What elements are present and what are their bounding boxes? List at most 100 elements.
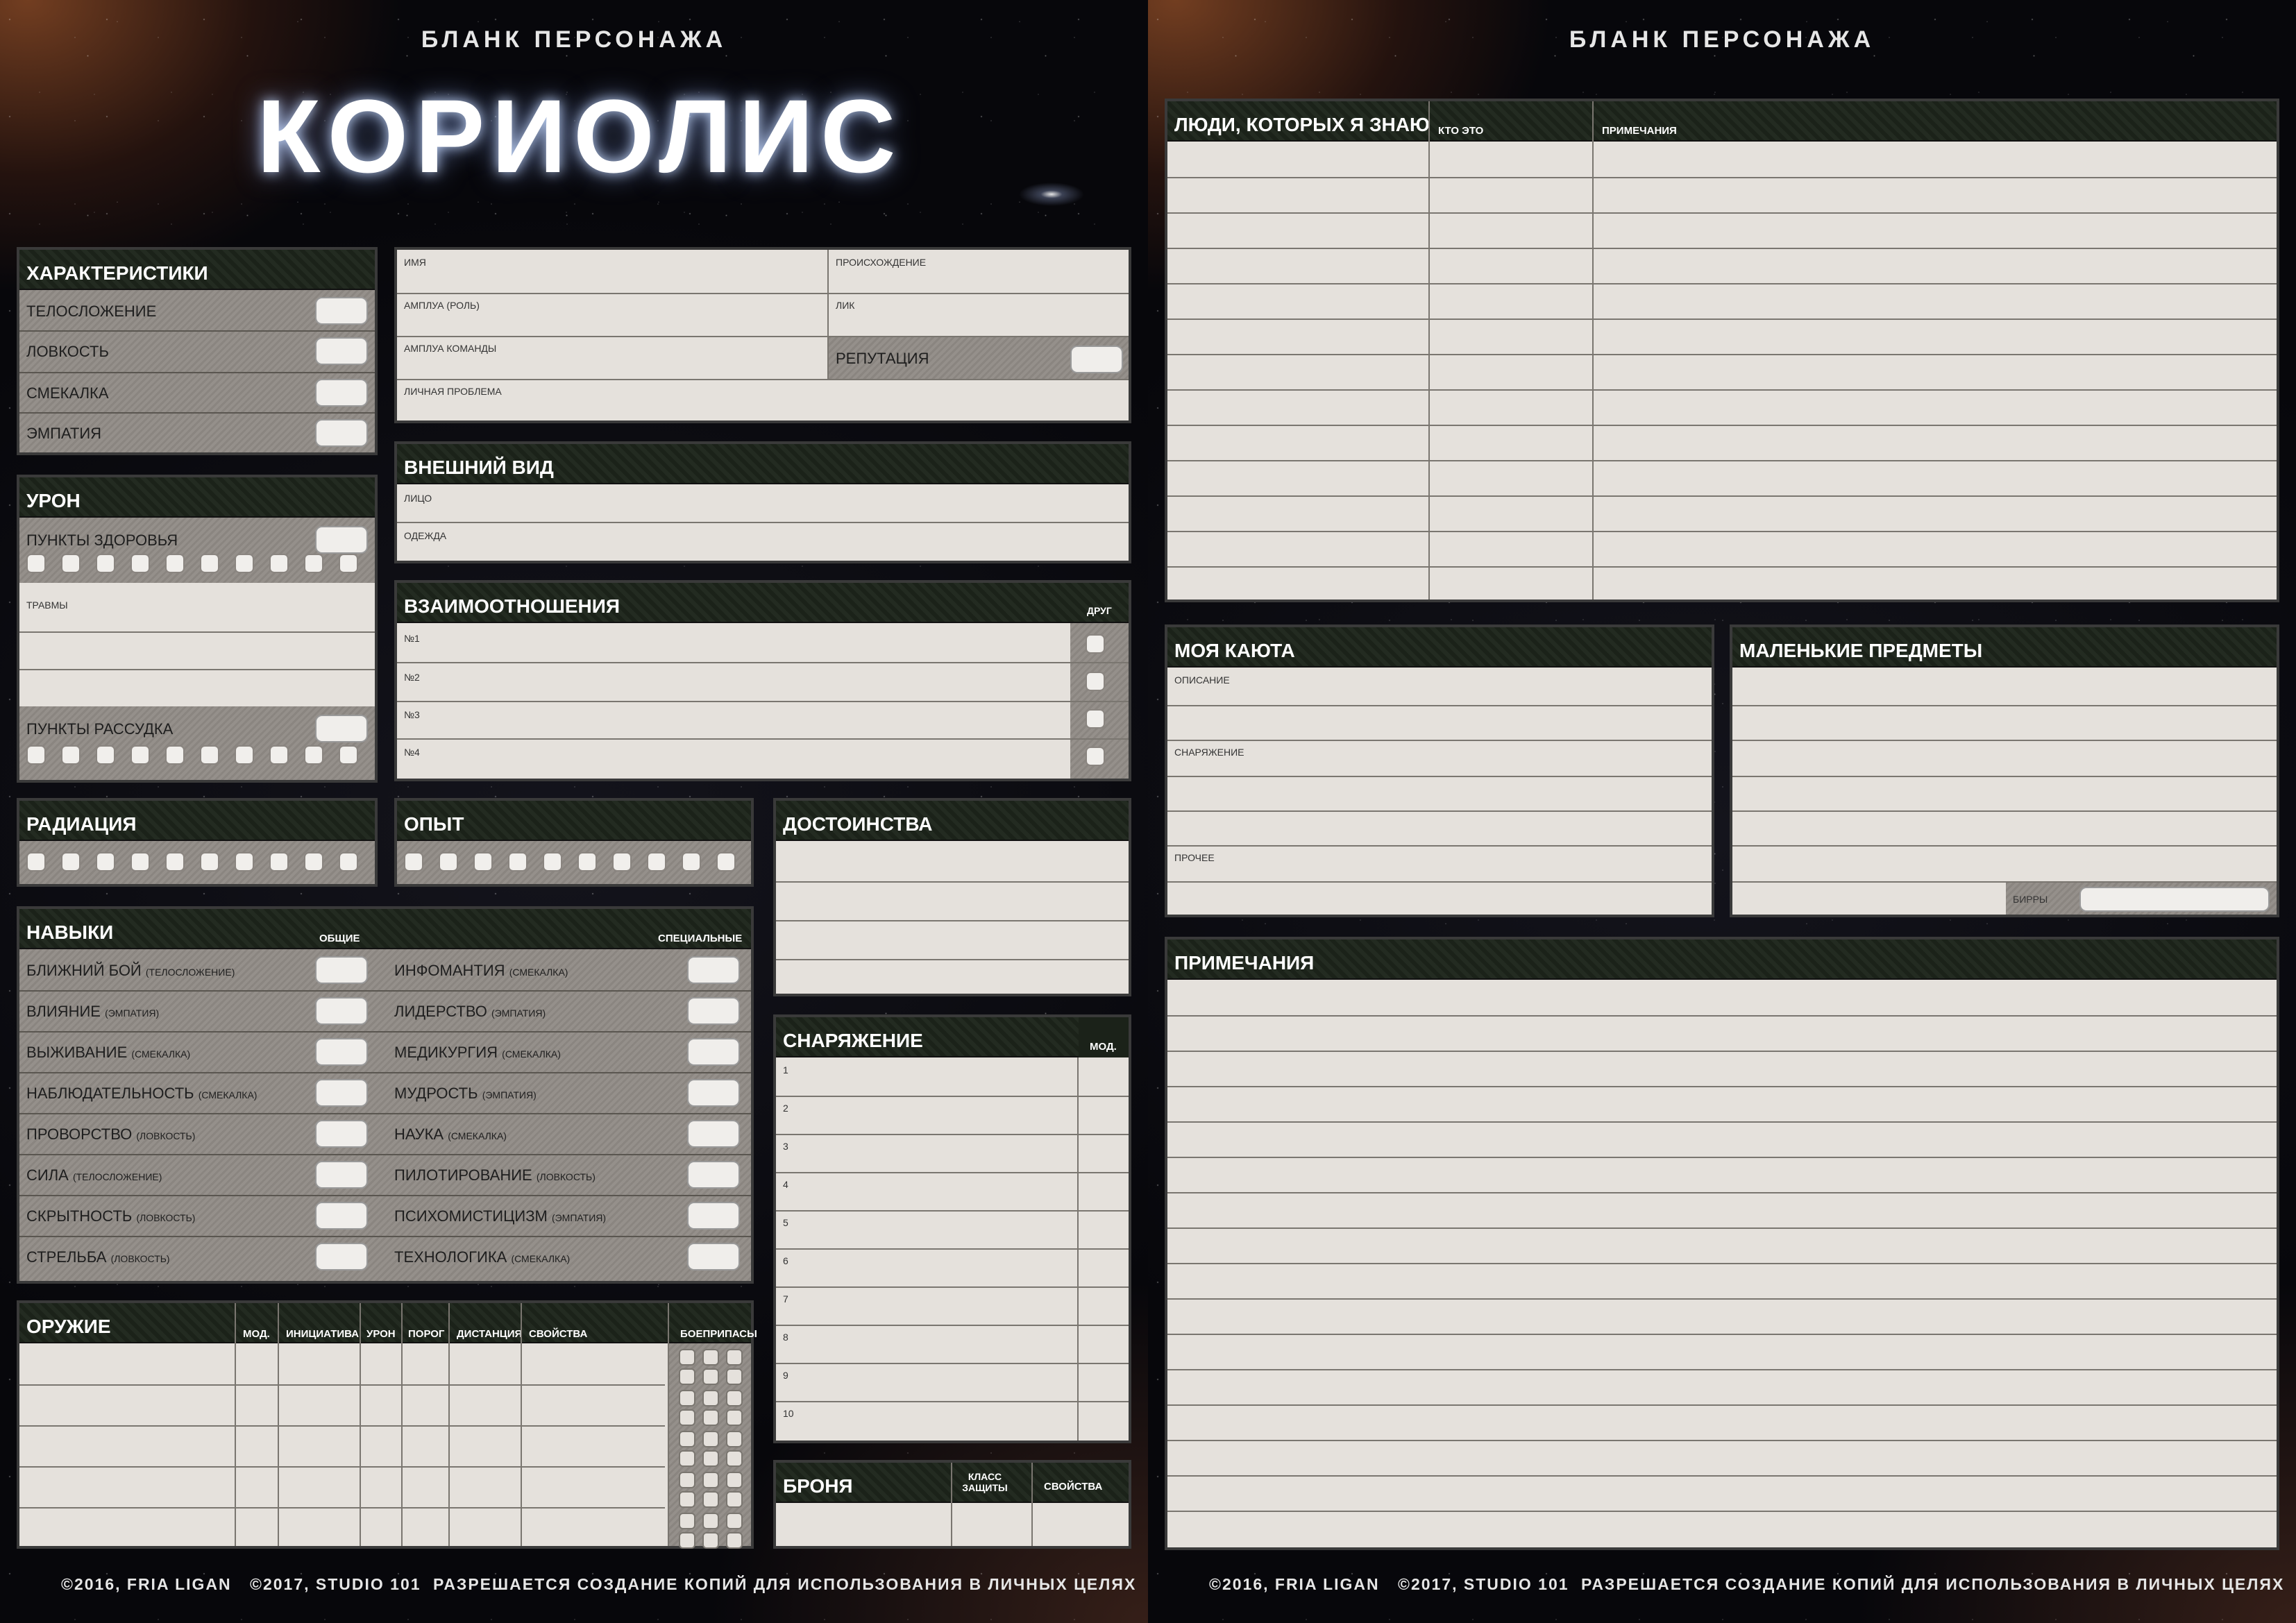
- mind-point-box[interactable]: [269, 745, 289, 765]
- reload-box[interactable]: [702, 1390, 719, 1407]
- mind-point-box[interactable]: [26, 745, 46, 765]
- reload-box[interactable]: [702, 1532, 719, 1549]
- skill-value-field[interactable]: [687, 956, 740, 984]
- skill-value-field[interactable]: [315, 956, 368, 984]
- radiation-point-box[interactable]: [26, 852, 46, 872]
- hit-point-box[interactable]: [96, 554, 115, 573]
- reload-box[interactable]: [679, 1409, 695, 1426]
- buddy-checkbox[interactable]: [1086, 634, 1105, 654]
- experience-point-box[interactable]: [508, 852, 527, 872]
- mind-point-box[interactable]: [165, 745, 185, 765]
- skill-value-field[interactable]: [687, 997, 740, 1025]
- attribute-value-field[interactable]: [315, 297, 368, 325]
- radiation-point-box[interactable]: [96, 852, 115, 872]
- reload-box[interactable]: [726, 1431, 743, 1447]
- notes-line: [1167, 1440, 2277, 1441]
- reload-box[interactable]: [726, 1491, 743, 1508]
- mind-point-box[interactable]: [96, 745, 115, 765]
- skill-value-field[interactable]: [315, 1243, 368, 1271]
- skill-value-field[interactable]: [687, 1243, 740, 1271]
- skill-value-field[interactable]: [315, 997, 368, 1025]
- mind-point-box[interactable]: [130, 745, 150, 765]
- reload-box[interactable]: [726, 1513, 743, 1529]
- buddy-checkbox[interactable]: [1086, 709, 1105, 729]
- experience-point-box[interactable]: [439, 852, 458, 872]
- hit-point-box[interactable]: [304, 554, 323, 573]
- radiation-point-box[interactable]: [304, 852, 323, 872]
- attribute-value-field[interactable]: [315, 379, 368, 407]
- attribute-value-field[interactable]: [315, 337, 368, 365]
- skill-value-field[interactable]: [687, 1202, 740, 1230]
- attribute-value-field[interactable]: [315, 419, 368, 447]
- reputation-field[interactable]: [1070, 346, 1123, 373]
- reload-box[interactable]: [679, 1532, 695, 1549]
- reload-box[interactable]: [679, 1491, 695, 1508]
- reload-box[interactable]: [702, 1513, 719, 1529]
- hit-point-box[interactable]: [269, 554, 289, 573]
- reload-box[interactable]: [726, 1368, 743, 1385]
- reload-box[interactable]: [702, 1472, 719, 1488]
- hit-point-box[interactable]: [165, 554, 185, 573]
- hit-points-field[interactable]: [315, 526, 368, 554]
- experience-point-box[interactable]: [577, 852, 597, 872]
- reload-box[interactable]: [679, 1431, 695, 1447]
- hit-point-box[interactable]: [235, 554, 254, 573]
- experience-point-box[interactable]: [473, 852, 493, 872]
- reload-box[interactable]: [679, 1450, 695, 1467]
- reload-box[interactable]: [702, 1409, 719, 1426]
- radiation-point-box[interactable]: [339, 852, 358, 872]
- experience-point-box[interactable]: [404, 852, 423, 872]
- reload-box[interactable]: [726, 1532, 743, 1549]
- radiation-point-box[interactable]: [130, 852, 150, 872]
- mind-point-box[interactable]: [304, 745, 323, 765]
- mind-point-box[interactable]: [235, 745, 254, 765]
- reload-box[interactable]: [679, 1349, 695, 1366]
- experience-point-box[interactable]: [612, 852, 632, 872]
- reload-box[interactable]: [702, 1431, 719, 1447]
- reload-box[interactable]: [702, 1491, 719, 1508]
- birr-field[interactable]: [2079, 887, 2270, 912]
- hit-point-box[interactable]: [26, 554, 46, 573]
- gear-divider: [776, 1363, 1129, 1364]
- mind-point-box[interactable]: [200, 745, 219, 765]
- skill-value-field[interactable]: [315, 1079, 368, 1107]
- experience-point-box[interactable]: [647, 852, 666, 872]
- radiation-point-box[interactable]: [165, 852, 185, 872]
- radiation-point-box[interactable]: [200, 852, 219, 872]
- hit-point-box[interactable]: [339, 554, 358, 573]
- skill-value-field[interactable]: [315, 1161, 368, 1189]
- skill-value-field[interactable]: [687, 1161, 740, 1189]
- experience-point-box[interactable]: [543, 852, 562, 872]
- experience-point-box[interactable]: [716, 852, 736, 872]
- reload-box[interactable]: [726, 1472, 743, 1488]
- skill-value-field[interactable]: [315, 1202, 368, 1230]
- reload-box[interactable]: [702, 1349, 719, 1366]
- reload-box[interactable]: [679, 1513, 695, 1529]
- reload-box[interactable]: [726, 1450, 743, 1467]
- hit-point-box[interactable]: [130, 554, 150, 573]
- reload-box[interactable]: [679, 1472, 695, 1488]
- reload-box[interactable]: [726, 1390, 743, 1407]
- radiation-point-box[interactable]: [235, 852, 254, 872]
- radiation-point-box[interactable]: [269, 852, 289, 872]
- reload-box[interactable]: [702, 1450, 719, 1467]
- reload-box[interactable]: [726, 1349, 743, 1366]
- buddy-checkbox[interactable]: [1086, 672, 1105, 691]
- skill-value-field[interactable]: [315, 1038, 368, 1066]
- skill-value-field[interactable]: [315, 1120, 368, 1148]
- hit-point-box[interactable]: [61, 554, 81, 573]
- experience-point-box[interactable]: [682, 852, 701, 872]
- skill-value-field[interactable]: [687, 1038, 740, 1066]
- radiation-point-box[interactable]: [61, 852, 81, 872]
- skill-value-field[interactable]: [687, 1079, 740, 1107]
- reload-box[interactable]: [702, 1368, 719, 1385]
- mind-points-field[interactable]: [315, 715, 368, 742]
- reload-box[interactable]: [679, 1390, 695, 1407]
- skill-value-field[interactable]: [687, 1120, 740, 1148]
- mind-point-box[interactable]: [339, 745, 358, 765]
- buddy-checkbox[interactable]: [1086, 747, 1105, 766]
- mind-point-box[interactable]: [61, 745, 81, 765]
- hit-point-box[interactable]: [200, 554, 219, 573]
- reload-box[interactable]: [679, 1368, 695, 1385]
- reload-box[interactable]: [726, 1409, 743, 1426]
